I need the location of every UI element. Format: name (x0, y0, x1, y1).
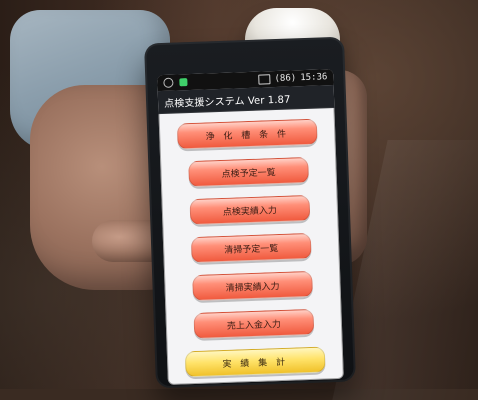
menu-button-tenken-yotei[interactable]: 点検予定一覧 (188, 156, 310, 188)
signal-icon (258, 74, 271, 85)
phone-screen: (86) 15:36 点検支援システム Ver 1.87 浄 化 槽 条 件 点… (157, 69, 344, 385)
time-text: 15:36 (300, 72, 328, 84)
menu-button-jisseki-shukei[interactable]: 実 績 集 計 (184, 346, 326, 378)
main-menu: 浄 化 槽 条 件 点検予定一覧 点検実績入力 清掃予定一覧 清掃実績入力 売上… (159, 108, 344, 378)
app-icon (179, 78, 188, 87)
smartphone: (86) 15:36 点検支援システム Ver 1.87 浄 化 槽 条 件 点… (144, 36, 356, 389)
menu-button-jokaso-joken[interactable]: 浄 化 槽 条 件 (176, 118, 318, 150)
menu-button-uriage-nyukin[interactable]: 売上入金入力 (193, 308, 315, 340)
menu-button-seiso-jisseki[interactable]: 清掃実績入力 (192, 270, 313, 302)
menu-button-seiso-yotei[interactable]: 清掃予定一覧 (190, 232, 312, 264)
photo-background: (86) 15:36 点検支援システム Ver 1.87 浄 化 槽 条 件 点… (0, 0, 478, 400)
menu-button-tenken-jisseki[interactable]: 点検実績入力 (189, 194, 311, 226)
notification-icon (163, 77, 174, 88)
battery-text: (86) (274, 73, 297, 85)
